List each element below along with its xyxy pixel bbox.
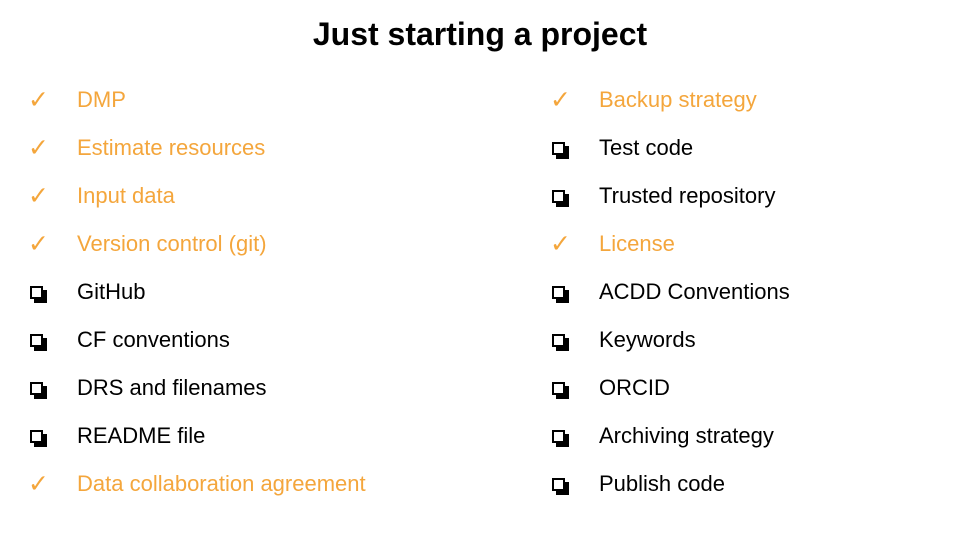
checklist-item-label: DMP: [77, 87, 126, 112]
checklist-item: DRS and filenames: [28, 364, 468, 412]
checkbox-icon: [550, 316, 599, 364]
checkmark-icon: ✓: [28, 470, 49, 498]
checklist-item-label: Publish code: [599, 471, 725, 496]
checklist-item-label: DRS and filenames: [77, 375, 267, 400]
checklist-item-label: Test code: [599, 135, 694, 160]
checklist-item: ✓ Estimate resources: [28, 124, 468, 172]
checklist-item-label: README file: [77, 423, 206, 448]
checkmark-icon: ✓: [28, 230, 49, 258]
checklist-item: Keywords: [550, 316, 960, 364]
checkbox-icon: [28, 364, 77, 412]
checkmark-icon: ✓: [28, 134, 49, 162]
checklist-item: ✓ DMP: [28, 76, 468, 124]
checklist-item-label: Trusted repository: [599, 183, 776, 208]
slide: Just starting a project ✓ DMP ✓ Estimate re…: [0, 0, 960, 540]
slide-title: Just starting a project: [312, 16, 648, 52]
checkbox-icon: [28, 316, 77, 364]
checklist-item-label: ORCID: [599, 375, 670, 400]
checklist-item-label: CF conventions: [77, 327, 230, 352]
right-checklist: ✓ Backup strategy Test code Trusted reposit…: [550, 76, 960, 508]
checklist-item-label: License: [599, 231, 675, 256]
checklist-item: Test code: [550, 124, 960, 172]
checkbox-icon: [550, 124, 599, 172]
checklist-item-label: ACDD Conventions: [599, 279, 790, 304]
checklist-item-label: Archiving strategy: [599, 423, 774, 448]
checklist-item-label: Estimate resources: [77, 135, 266, 160]
checklist-item-label: Version control (git): [77, 231, 267, 256]
left-checklist: ✓ DMP ✓ Estimate resources ✓ Input data ✓ Versi…: [28, 76, 468, 508]
checklist-item-label: GitHub: [77, 279, 146, 304]
checklist-item: ✓ Backup strategy: [550, 76, 960, 124]
checklist-item: ORCID: [550, 364, 960, 412]
checkbox-icon: [28, 268, 77, 316]
checkmark-icon: ✓: [550, 230, 571, 258]
checkbox-icon: [550, 412, 599, 460]
checklist-item: ✓ Version control (git): [28, 220, 468, 268]
checklist-item: Trusted repository: [550, 172, 960, 220]
checklist-item-label: Backup strategy: [599, 87, 757, 112]
checklist-item: ✓ License: [550, 220, 960, 268]
checkbox-icon: [28, 412, 77, 460]
checkbox-icon: [550, 364, 599, 412]
checklist-item: ✓ Input data: [28, 172, 468, 220]
checklist-item-label: Input data: [77, 183, 175, 208]
checklist-item: ✓ Data collaboration agreement: [28, 460, 468, 508]
checklist-item-label: Keywords: [599, 327, 696, 352]
checklist-item: README file: [28, 412, 468, 460]
checklist-item-label: Data collaboration agreement: [77, 471, 366, 496]
checklist-item: Publish code: [550, 460, 960, 508]
checkmark-icon: ✓: [550, 86, 571, 114]
checkbox-icon: [550, 172, 599, 220]
checklist-item: CF conventions: [28, 316, 468, 364]
checklist-item: GitHub: [28, 268, 468, 316]
checklist-item: ACDD Conventions: [550, 268, 960, 316]
checkbox-icon: [550, 460, 599, 508]
checkbox-icon: [550, 268, 599, 316]
checkmark-icon: ✓: [28, 86, 49, 114]
checklist-item: Archiving strategy: [550, 412, 960, 460]
checkmark-icon: ✓: [28, 182, 49, 210]
